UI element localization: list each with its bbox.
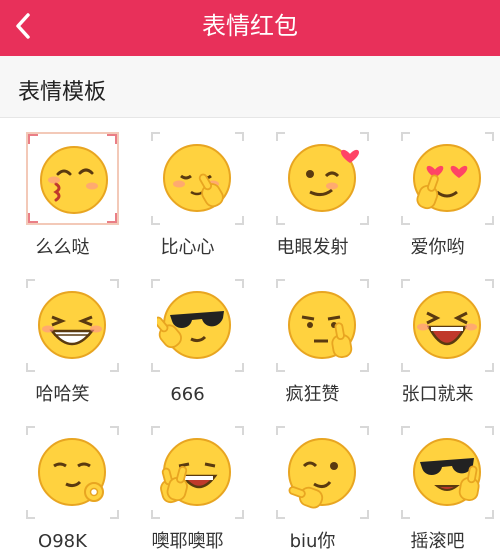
rock-sunglasses-face-icon [413, 438, 481, 506]
emoji-frame [26, 279, 119, 372]
template-item[interactable]: 爱你哟 [375, 118, 500, 265]
template-label: 哈哈笑 [35, 384, 90, 405]
template-grid: 么么哒 比心心 电眼发射 爱你哟哈哈笑 666 疯狂赞 张口就来 O98K 噢耶噢耶 biu你 摇滚… [0, 118, 500, 560]
template-label: biu你 [289, 531, 336, 552]
emoji-frame [151, 132, 244, 225]
emoji-frame [276, 279, 369, 372]
template-label: 么么哒 [35, 237, 90, 258]
page-title: 表情红包 [202, 12, 298, 40]
wink-heart-face-icon [288, 144, 360, 212]
sunglasses-face-icon [157, 291, 231, 359]
section-title: 表情模板 [18, 80, 107, 105]
victory-face-icon [160, 438, 231, 506]
template-label: O98K [38, 531, 87, 552]
template-item[interactable]: 比心心 [125, 118, 250, 265]
emoji-frame [26, 426, 119, 519]
template-item[interactable]: 摇滚吧 [375, 412, 500, 559]
emoji-frame [151, 279, 244, 372]
chevron-left-icon [16, 13, 30, 39]
template-label: 噢耶噢耶 [151, 531, 224, 552]
section-header: 表情模板 [0, 56, 500, 118]
emoji-frame [26, 132, 119, 225]
template-item[interactable]: 么么哒 [0, 118, 125, 265]
emoji-frame [401, 426, 494, 519]
template-item[interactable]: 666 [125, 265, 250, 412]
thinking-face-icon [288, 291, 356, 359]
template-item[interactable]: 电眼发射 [250, 118, 375, 265]
template-item[interactable]: 噢耶噢耶 [125, 412, 250, 559]
top-app-bar: 表情红包 [0, 0, 500, 56]
template-label: 比心心 [160, 237, 215, 258]
template-label: 666 [170, 384, 205, 405]
template-label: 疯狂赞 [285, 384, 340, 405]
open-mouth-laugh-icon [413, 291, 481, 359]
template-label: 电眼发射 [276, 237, 349, 258]
emoji-frame [276, 132, 369, 225]
template-item[interactable]: 张口就来 [375, 265, 500, 412]
finger-heart-face-icon [163, 144, 231, 212]
kiss-face-icon [40, 146, 108, 214]
template-label: 张口就来 [401, 384, 474, 405]
emoji-frame [276, 426, 369, 519]
template-label: 爱你哟 [410, 237, 465, 258]
emoji-frame [401, 132, 494, 225]
template-item[interactable]: biu你 [250, 412, 375, 559]
laughing-face-icon [38, 291, 106, 359]
template-item[interactable]: O98K [0, 412, 125, 559]
template-item[interactable]: 疯狂赞 [250, 265, 375, 412]
template-label: 摇滚吧 [410, 531, 465, 552]
emoji-frame [401, 279, 494, 372]
heart-eyes-face-icon [413, 144, 481, 212]
template-item[interactable]: 哈哈笑 [0, 265, 125, 412]
ok-hand-face-icon [38, 438, 106, 506]
back-button[interactable] [4, 6, 44, 46]
finger-gun-face-icon [288, 438, 356, 509]
emoji-frame [151, 426, 244, 519]
